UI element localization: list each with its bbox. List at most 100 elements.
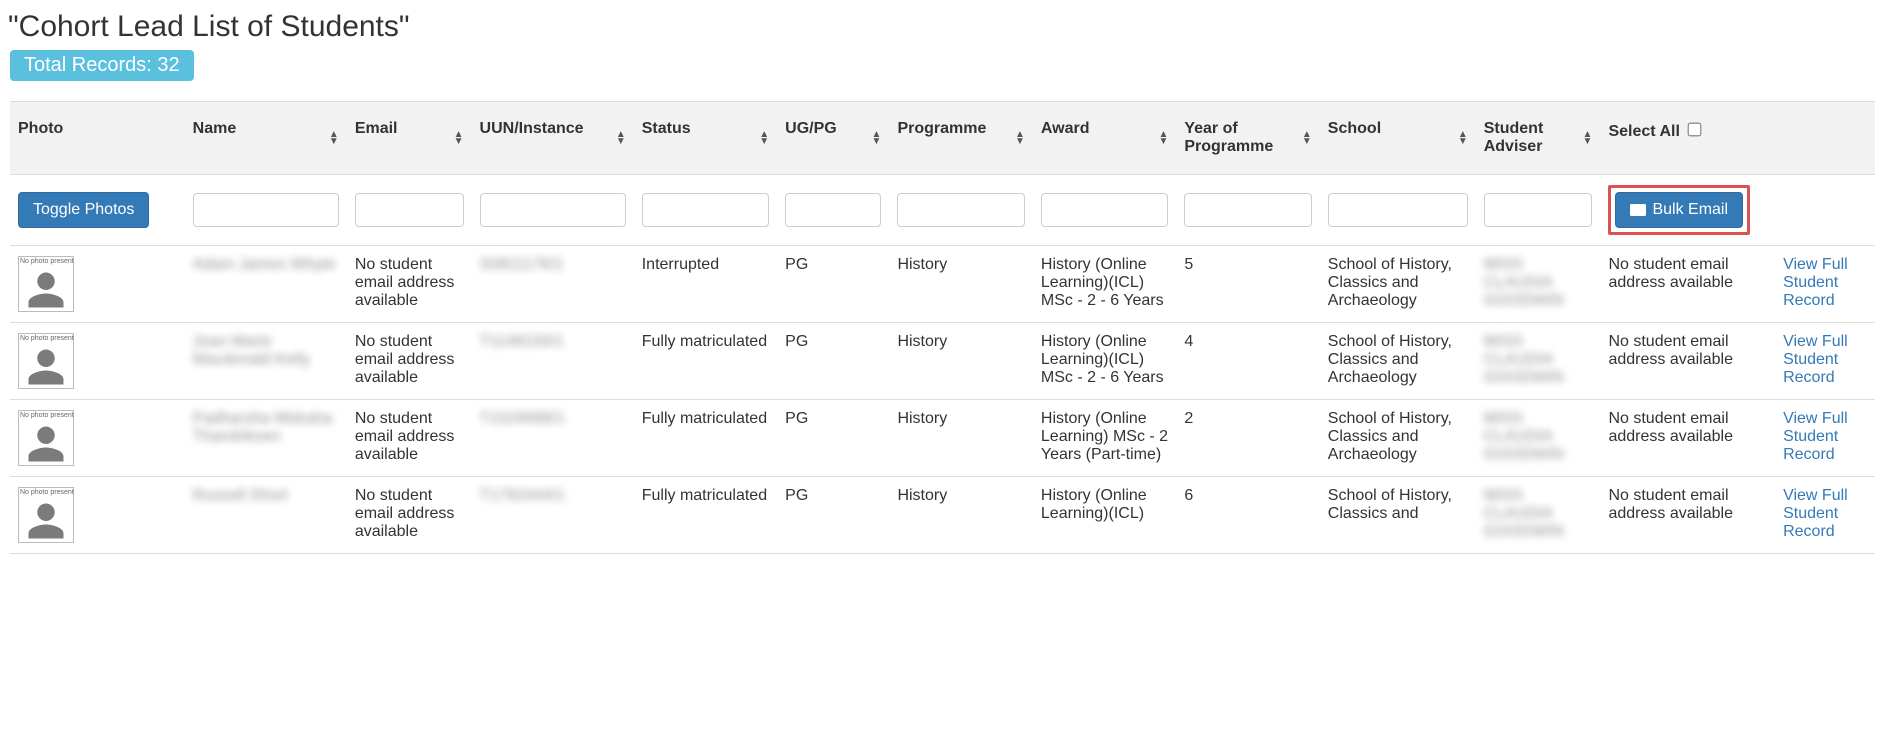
- view-full-record-link[interactable]: View Full Student Record: [1783, 333, 1848, 386]
- view-full-record-link[interactable]: View Full Student Record: [1783, 487, 1848, 540]
- filter-programme-input[interactable]: [897, 193, 1024, 227]
- table-row: No photo present Joan Marie Macdonald Ke…: [10, 323, 1875, 400]
- student-programme: History: [889, 246, 1032, 323]
- sort-icon: ▲▼: [872, 131, 882, 145]
- student-adviser: MISS CLAUDIA GOODWIN: [1484, 256, 1564, 309]
- toggle-photos-button[interactable]: Toggle Photos: [18, 192, 149, 228]
- bulk-email-highlight: Bulk Email: [1608, 185, 1750, 235]
- student-ugpg: PG: [777, 246, 889, 323]
- photo-caption: No photo present: [20, 489, 72, 496]
- col-header-award[interactable]: Award▲▼: [1033, 102, 1176, 175]
- student-year: 6: [1176, 477, 1319, 554]
- view-full-record-link[interactable]: View Full Student Record: [1783, 256, 1848, 309]
- photo-caption: No photo present: [20, 412, 72, 419]
- col-header-programme[interactable]: Programme▲▼: [889, 102, 1032, 175]
- sort-icon: ▲▼: [329, 131, 339, 145]
- col-header-uun[interactable]: UUN/Instance▲▼: [472, 102, 634, 175]
- col-header-school[interactable]: School▲▼: [1320, 102, 1476, 175]
- col-header-year[interactable]: Year of Programme▲▼: [1176, 102, 1319, 175]
- student-award: History (Online Learning)(ICL): [1033, 477, 1176, 554]
- photo-caption: No photo present: [20, 258, 72, 265]
- student-name: Padharsha Midraha Thandriksen: [193, 410, 333, 445]
- sort-icon: ▲▼: [1158, 131, 1168, 145]
- student-email: No student email address available: [347, 477, 472, 554]
- col-header-name[interactable]: Name▲▼: [185, 102, 347, 175]
- view-full-record-link[interactable]: View Full Student Record: [1783, 410, 1848, 463]
- student-school: School of History, Classics and: [1320, 477, 1476, 554]
- sort-icon: ▲▼: [1583, 131, 1593, 145]
- photo-caption: No photo present: [20, 335, 72, 342]
- student-status: Interrupted: [634, 246, 777, 323]
- page-title: "Cohort Lead List of Students": [8, 10, 1885, 44]
- student-uun: T1792444/1: [480, 487, 565, 504]
- table-row: No photo present Russell Short No studen…: [10, 477, 1875, 554]
- filter-email-input[interactable]: [355, 193, 464, 227]
- sort-icon: ▲▼: [1015, 131, 1025, 145]
- filter-adviser-input[interactable]: [1484, 193, 1593, 227]
- col-header-ugpg[interactable]: UG/PG▲▼: [777, 102, 889, 175]
- col-header-adviser[interactable]: Student Adviser▲▼: [1476, 102, 1601, 175]
- table-row: No photo present Padharsha Midraha Thand…: [10, 400, 1875, 477]
- student-email: No student email address available: [347, 246, 472, 323]
- student-name: Joan Marie Macdonald Kelly: [193, 333, 310, 368]
- student-name: Russell Short: [193, 487, 288, 504]
- student-year: 5: [1176, 246, 1319, 323]
- student-status: Fully matriculated: [634, 323, 777, 400]
- student-photo-placeholder: No photo present: [18, 256, 74, 312]
- sort-icon: ▲▼: [759, 131, 769, 145]
- filter-status-input[interactable]: [642, 193, 769, 227]
- filter-award-input[interactable]: [1041, 193, 1168, 227]
- student-award: History (Online Learning)(ICL) MSc - 2 -…: [1033, 246, 1176, 323]
- envelope-icon: [1630, 204, 1646, 216]
- student-name: Adam James Whyte: [193, 256, 336, 273]
- student-programme: History: [889, 323, 1032, 400]
- student-status: Fully matriculated: [634, 477, 777, 554]
- student-email: No student email address available: [347, 323, 472, 400]
- student-award: History (Online Learning) MSc - 2 Years …: [1033, 400, 1176, 477]
- bulk-email-label: Bulk Email: [1652, 201, 1728, 219]
- sort-icon: ▲▼: [1458, 131, 1468, 145]
- bulk-email-button[interactable]: Bulk Email: [1615, 192, 1743, 228]
- student-photo-placeholder: No photo present: [18, 333, 74, 389]
- student-adviser: MISS CLAUDIA GOODWIN: [1484, 333, 1564, 386]
- student-photo-placeholder: No photo present: [18, 487, 74, 543]
- student-email: No student email address available: [347, 400, 472, 477]
- student-uun: T1148159/1: [480, 333, 564, 350]
- students-table: Photo Name▲▼ Email▲▼ UUN/Instance▲▼ Stat…: [10, 101, 1875, 554]
- total-records-badge: Total Records: 32: [10, 50, 194, 81]
- student-select-cell: No student email address available: [1600, 323, 1775, 400]
- student-school: School of History, Classics and Archaeol…: [1320, 400, 1476, 477]
- sort-icon: ▲▼: [454, 131, 464, 145]
- sort-icon: ▲▼: [616, 131, 626, 145]
- student-school: School of History, Classics and Archaeol…: [1320, 323, 1476, 400]
- filter-name-input[interactable]: [193, 193, 339, 227]
- student-photo-placeholder: No photo present: [18, 410, 74, 466]
- student-year: 2: [1176, 400, 1319, 477]
- student-select-cell: No student email address available: [1600, 477, 1775, 554]
- student-ugpg: PG: [777, 477, 889, 554]
- student-ugpg: PG: [777, 323, 889, 400]
- student-uun: S0811176/1: [480, 256, 564, 273]
- student-adviser: MISS CLAUDIA GOODWIN: [1484, 487, 1564, 540]
- student-programme: History: [889, 400, 1032, 477]
- filter-uun-input[interactable]: [480, 193, 626, 227]
- student-adviser: MISS CLAUDIA GOODWIN: [1484, 410, 1564, 463]
- filter-school-input[interactable]: [1328, 193, 1468, 227]
- student-programme: History: [889, 477, 1032, 554]
- student-award: History (Online Learning)(ICL) MSc - 2 -…: [1033, 323, 1176, 400]
- filter-ugpg-input[interactable]: [785, 193, 881, 227]
- filter-year-input[interactable]: [1184, 193, 1311, 227]
- sort-icon: ▲▼: [1302, 131, 1312, 145]
- student-select-cell: No student email address available: [1600, 400, 1775, 477]
- table-row: No photo present Adam James Whyte No stu…: [10, 246, 1875, 323]
- col-header-email[interactable]: Email▲▼: [347, 102, 472, 175]
- student-select-cell: No student email address available: [1600, 246, 1775, 323]
- col-header-photo: Photo: [10, 102, 185, 175]
- select-all-checkbox[interactable]: [1688, 123, 1702, 137]
- student-ugpg: PG: [777, 400, 889, 477]
- col-header-select-all: Select All: [1600, 102, 1775, 175]
- col-header-status[interactable]: Status▲▼: [634, 102, 777, 175]
- student-year: 4: [1176, 323, 1319, 400]
- student-status: Fully matriculated: [634, 400, 777, 477]
- student-uun: T1529988/1: [480, 410, 565, 427]
